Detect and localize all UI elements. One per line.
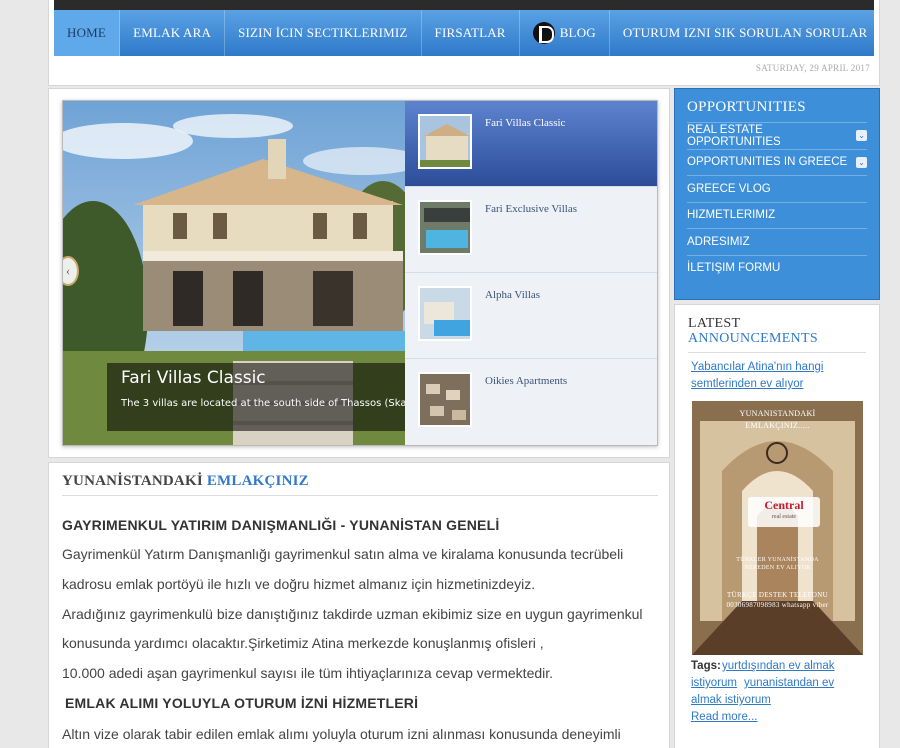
poster-line: YUNANISTANDAKİ [739,409,816,418]
poster-line: NEREDEN EV ALIYOR [744,565,811,571]
slide-caption: Fari Villas Classic The 3 villas are loc… [107,363,405,431]
nav-item-oturum-izni[interactable]: OTURUM IZNI SIK SORULAN SORULAR [610,10,881,56]
section-title: YUNANİSTANDAKİ EMLAKÇINIZ [62,473,658,496]
poster-line: 00306987098983 whatsapp viber [726,601,829,609]
slide-image[interactable]: Fari Villas Classic The 3 villas are loc… [63,101,405,445]
tags-label: Tags: [691,660,721,672]
expand-icon[interactable]: ⌄ [856,130,867,142]
menu-item-hizmetlerimiz[interactable]: HIZMETLERIMIZ [687,201,867,229]
thumb-label: Oikies Apartments [485,375,568,387]
thumb-label: Fari Villas Classic [485,117,566,129]
top-strip [54,0,874,10]
heading-investment: GAYRIMENKUL YATIRIM DANIŞMANLIĞI - YUNAN… [62,517,500,533]
paragraph-line: 10.000 adedi aşan gayrimenkul sayısı ile… [62,665,554,681]
announcements-divider [688,352,866,353]
paragraph-line: konusunda yardımcı olacaktır.Şirketimiz … [62,635,544,651]
poster-line: EMLAKÇINIZ..... [745,421,810,430]
current-date: SATURDAY, 29 APRIL 2017 [755,63,870,73]
slide-caption-title[interactable]: Fari Villas Classic [121,368,391,388]
tag-link[interactable]: almak istiyorum [691,694,771,706]
paragraph-line: kadrosu emlak portöyü ile hızlı ve doğru… [62,576,536,592]
slider-thumb[interactable]: Alpha Villas [405,273,657,359]
slide-caption-text: The 3 villas are located at the south si… [121,398,405,409]
section-title-part1: YUNANİSTANDAKİ [62,473,203,489]
opportunities-menu: OPPORTUNITIES REAL ESTATE OPPORTUNITIES … [674,88,880,300]
main-nav: HOME EMLAK ARA SIZIN İCIN SECTIKLERIMIZ … [54,10,874,56]
nav-item-firsatlar[interactable]: FIRSATLAR [422,10,520,56]
logo-text: Central [764,498,804,512]
slider-thumb[interactable]: Fari Villas Classic [405,101,657,187]
announcement-poster[interactable]: YUNANISTANDAKİ EMLAKÇINIZ..... Central r… [692,401,863,655]
central-logo: Central real estate [748,497,820,527]
opportunities-title: OPPORTUNITIES [687,99,806,115]
thumb-image [418,200,472,255]
nav-item-home[interactable]: HOME [54,10,121,56]
featured-slider: Fari Villas Classic The 3 villas are loc… [62,100,658,446]
menu-item-adresimiz[interactable]: ADRESIMIZ [687,228,867,255]
paragraph-line: Altın vize olarak tabir edilen emlak alı… [62,726,621,742]
announcements-title-line2: ANNOUNCEMENTS [688,331,818,346]
menu-item-label: İLETIŞIM FORMU [687,262,781,275]
expand-icon[interactable]: ⌄ [856,156,867,168]
announcements-title-line1: LATEST [688,316,741,331]
announcement-link[interactable]: Yabancılar Atina'nın hangi [691,361,823,373]
menu-item-iletisim-formu[interactable]: İLETIŞIM FORMU [687,254,867,282]
thumb-label: Fari Exclusive Villas [485,203,578,215]
section-title-part2: EMLAKÇINIZ [206,473,309,489]
tag-link[interactable]: istiyorum [691,677,737,689]
menu-item-label: GREECE VLOG [687,182,771,195]
menu-item-opportunities-in-greece[interactable]: OPPORTUNITIES IN GREECE ⌄ [687,148,867,176]
nav-item-emlak-ara[interactable]: EMLAK ARA [120,10,226,56]
nav-item-blog-label: BLOG [559,25,596,40]
read-more-link[interactable]: Read more... [691,711,757,723]
hallway-illustration [692,401,863,655]
chevron-left-icon: ‹ [65,263,71,278]
thumb-image [418,114,472,169]
tag-link[interactable]: yurtdışından ev almak [722,660,835,672]
menu-item-label: REAL ESTATE OPPORTUNITIES [687,123,781,148]
blogger-icon [532,22,555,44]
paragraph-line: Aradığınız gayrimenkulü bize danıştığını… [62,606,643,622]
menu-item-greece-vlog[interactable]: GREECE VLOG [687,175,867,202]
slider-thumb[interactable]: Oikies Apartments [405,359,657,445]
menu-item-label: ADRESIMIZ [687,235,750,248]
logo-subtext: real estate [771,514,797,520]
menu-item-real-estate-opportunities[interactable]: REAL ESTATE OPPORTUNITIES ⌄ [687,122,867,149]
slider-thumbnails: Fari Villas Classic Fari Exclusive Villa… [405,101,657,445]
thumb-image [418,286,472,341]
nav-item-sizin-icin[interactable]: SIZIN İCIN SECTIKLERIMIZ [225,10,422,56]
menu-item-label: OPPORTUNITIES IN GREECE [687,156,848,169]
poster-line: TÜRKLER YUNANİSTANDA [736,557,819,563]
nav-item-blog[interactable]: BLOG [520,10,610,56]
announcement-link-cont[interactable]: semtlerinden ev alıyor [691,378,804,390]
tag-link[interactable]: yunanistandan ev [744,677,834,689]
heading-residence-permit: EMLAK ALIMI YOLUYLA OTURUM İZNİ HİZMETLE… [65,695,419,711]
thumb-label: Alpha Villas [485,289,541,301]
poster-line: TÜRKÇE DESTEK TELEFONU [727,591,828,599]
slider-thumb[interactable]: Fari Exclusive Villas [405,187,657,273]
thumb-image [418,372,472,427]
menu-item-label: HIZMETLERIMIZ [687,209,776,222]
paragraph-line: Gayrimenkül Yatırm Danışmanlığı gayrimen… [62,546,624,562]
